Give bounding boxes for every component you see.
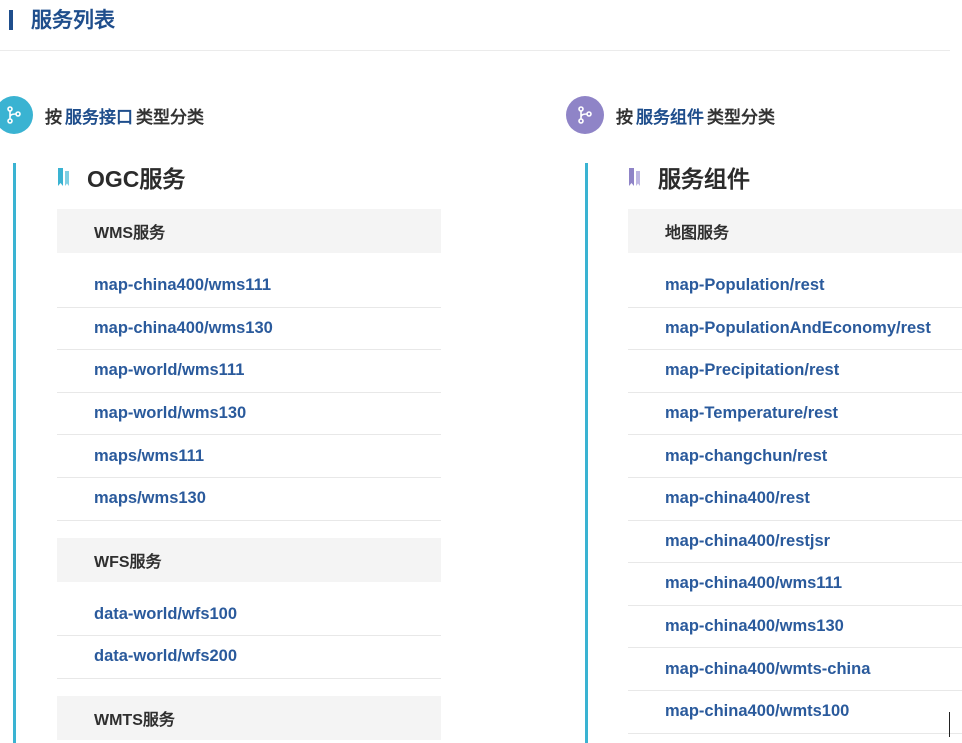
service-link[interactable]: map-Precipitation/rest: [628, 350, 962, 393]
header-accent-bar: [9, 10, 13, 30]
section-heading-component: 按服务组件 类型分类: [566, 95, 775, 135]
service-list-right: 地图服务 map-Population/rest map-PopulationA…: [628, 209, 962, 734]
service-link[interactable]: map-world/wms111: [57, 350, 441, 393]
timeline-line: [585, 163, 588, 743]
service-link[interactable]: map-Temperature/rest: [628, 393, 962, 436]
bookmark-icon: [58, 168, 69, 186]
group-title-text: OGC服务: [87, 166, 186, 192]
service-link[interactable]: map-china400/rest: [628, 478, 962, 521]
service-link[interactable]: map-Population/rest: [628, 265, 962, 308]
group-title-components: 服务组件: [628, 160, 750, 194]
timeline-line: [13, 163, 16, 743]
category-header: 地图服务: [628, 209, 962, 253]
service-link[interactable]: map-china400/wmts-china: [628, 648, 962, 691]
service-link[interactable]: map-china400/wmts100: [628, 691, 962, 734]
service-link[interactable]: data-world/wfs100: [57, 594, 441, 637]
page-title: 服务列表: [31, 9, 115, 32]
branch-icon: [0, 96, 33, 134]
service-link[interactable]: maps/wms130: [57, 478, 441, 521]
category-header: WMS服务: [57, 209, 441, 253]
service-link[interactable]: map-changchun/rest: [628, 435, 962, 478]
section-title: 按服务组件 类型分类: [616, 103, 775, 128]
section-suffix: 类型分类: [707, 107, 775, 127]
group-title-ogc: OGC服务: [57, 160, 185, 194]
service-link[interactable]: map-PopulationAndEconomy/rest: [628, 308, 962, 351]
section-keyword: 服务组件: [636, 107, 704, 127]
service-link[interactable]: map-world/wms130: [57, 393, 441, 436]
section-title: 按服务接口 类型分类: [45, 103, 204, 128]
category-header: WFS服务: [57, 537, 441, 582]
branch-icon: [566, 96, 604, 134]
category-header: WMTS服务: [57, 695, 441, 740]
section-prefix: 按: [616, 107, 633, 127]
service-link[interactable]: map-china400/wms130: [57, 308, 441, 351]
service-list-left: WMS服务 map-china400/wms111 map-china400/w…: [57, 209, 441, 740]
text-cursor: [949, 712, 950, 737]
service-link[interactable]: data-world/wfs200: [57, 636, 441, 679]
section-keyword: 服务接口: [65, 107, 133, 127]
group-title-text: 服务组件: [658, 166, 750, 192]
section-prefix: 按: [45, 107, 62, 127]
service-link[interactable]: map-china400/wms130: [628, 606, 962, 649]
section-suffix: 类型分类: [136, 107, 204, 127]
service-link[interactable]: map-china400/wms111: [628, 563, 962, 606]
bookmark-icon: [629, 168, 640, 186]
page-header: 服务列表: [0, 0, 950, 51]
section-heading-interface: 按服务接口 类型分类: [0, 95, 204, 135]
service-link[interactable]: maps/wms111: [57, 435, 441, 478]
service-link[interactable]: map-china400/restjsr: [628, 521, 962, 564]
service-link[interactable]: map-china400/wms111: [57, 265, 441, 308]
